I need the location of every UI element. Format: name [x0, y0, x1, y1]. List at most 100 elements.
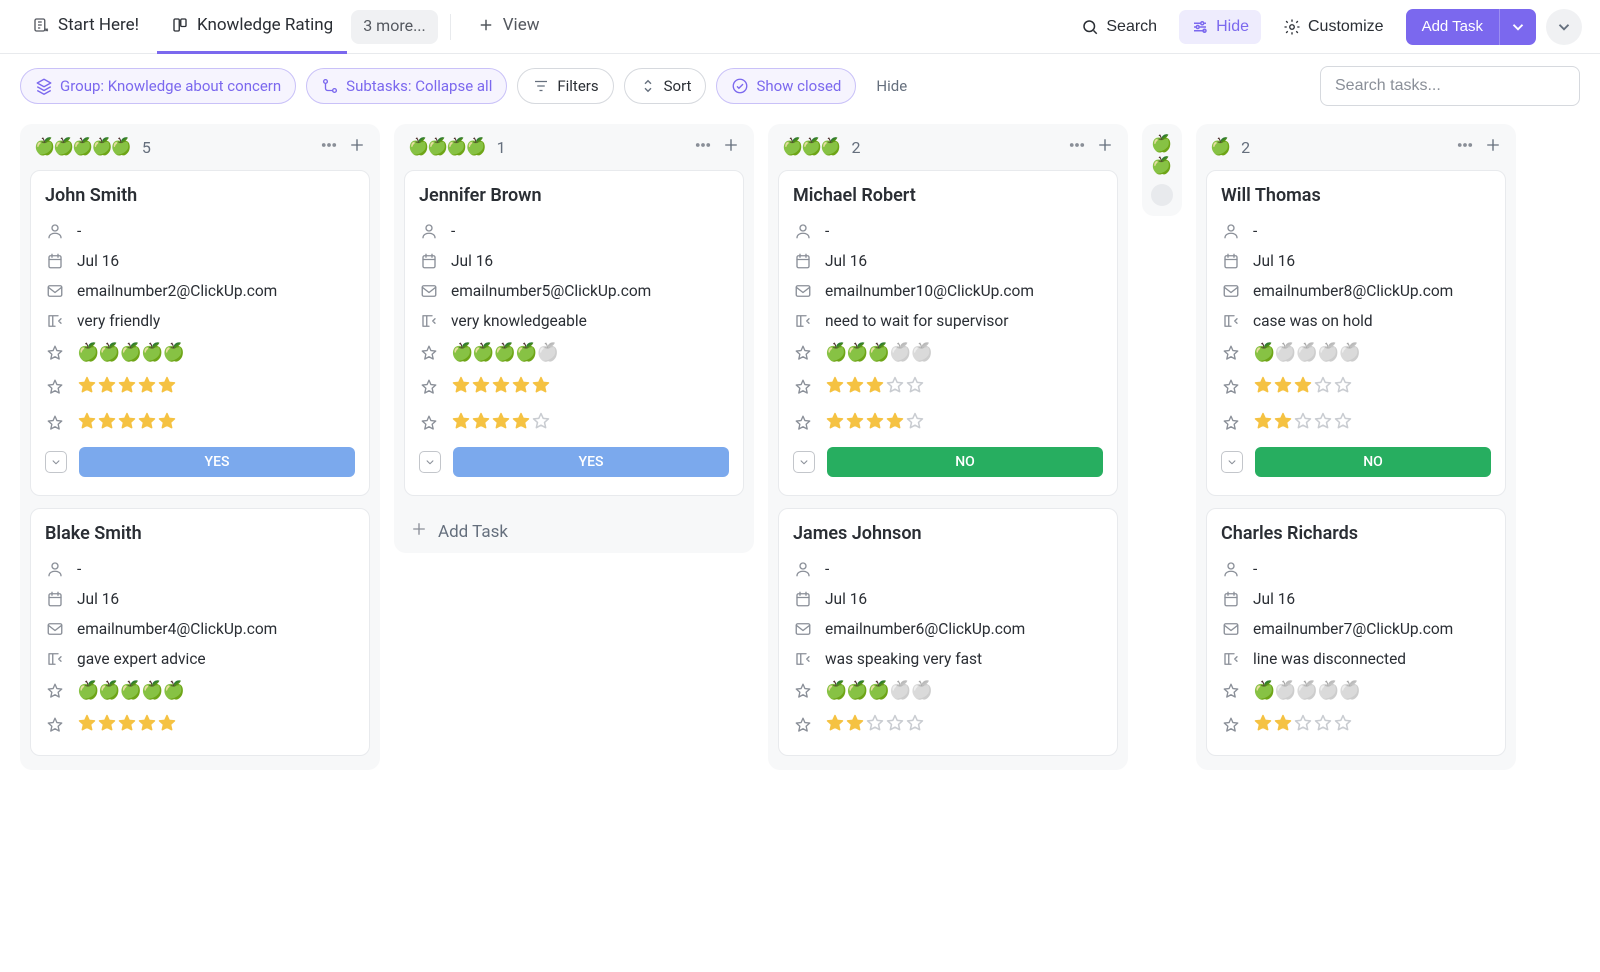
date-row[interactable]: Jul 16: [1221, 246, 1491, 276]
email-row[interactable]: emailnumber5@ClickUp.com: [419, 276, 729, 306]
stars1-row[interactable]: [793, 369, 1103, 405]
email-row[interactable]: emailnumber7@ClickUp.com: [1221, 614, 1491, 644]
column-add[interactable]: [722, 136, 740, 158]
result-pill[interactable]: YES: [453, 447, 729, 477]
assignee-row[interactable]: -: [45, 216, 355, 246]
collapsed-column[interactable]: 🍏🍏: [1142, 124, 1182, 216]
task-card[interactable]: Jennifer Brown-Jul 16emailnumber5@ClickU…: [404, 170, 744, 496]
date-row[interactable]: Jul 16: [1221, 584, 1491, 614]
column-menu[interactable]: [1068, 136, 1086, 158]
person-icon: [1221, 560, 1241, 578]
search-tasks-input[interactable]: [1320, 66, 1580, 106]
task-card[interactable]: Blake Smith-Jul 16emailnumber4@ClickUp.c…: [30, 508, 370, 756]
add-view-button[interactable]: View: [463, 0, 554, 54]
date-row[interactable]: Jul 16: [45, 246, 355, 276]
assignee-row[interactable]: -: [45, 554, 355, 584]
email-row[interactable]: emailnumber8@ClickUp.com: [1221, 276, 1491, 306]
tab-more[interactable]: 3 more...: [351, 10, 438, 44]
note-row[interactable]: gave expert advice: [45, 644, 355, 674]
rating-apples-row[interactable]: 🍏🍏🍏🍏🍏: [419, 336, 729, 369]
task-card[interactable]: Charles Richards-Jul 16emailnumber7@Clic…: [1206, 508, 1506, 756]
more-menu-button[interactable]: [1546, 9, 1582, 45]
result-row[interactable]: NO: [1221, 441, 1491, 483]
stars2-row[interactable]: [419, 405, 729, 441]
note-row[interactable]: need to wait for supervisor: [793, 306, 1103, 336]
stars1-row[interactable]: [1221, 707, 1491, 743]
stars1: [451, 375, 551, 399]
dropdown-icon[interactable]: [1221, 451, 1243, 473]
task-card[interactable]: Will Thomas-Jul 16emailnumber8@ClickUp.c…: [1206, 170, 1506, 496]
dropdown-icon[interactable]: [45, 451, 67, 473]
hide-button[interactable]: Hide: [1179, 10, 1261, 44]
result-row[interactable]: NO: [793, 441, 1103, 483]
column-add[interactable]: [1484, 136, 1502, 158]
result-pill[interactable]: YES: [79, 447, 355, 477]
stars2-row[interactable]: [1221, 405, 1491, 441]
stars1-row[interactable]: [45, 369, 355, 405]
stars1-row[interactable]: [419, 369, 729, 405]
email-row[interactable]: emailnumber4@ClickUp.com: [45, 614, 355, 644]
column-menu[interactable]: [1456, 136, 1474, 158]
group-chip[interactable]: Group: Knowledge about concern: [20, 68, 296, 104]
dropdown-icon[interactable]: [419, 451, 441, 473]
assignee-row[interactable]: -: [793, 554, 1103, 584]
note-row[interactable]: case was on hold: [1221, 306, 1491, 336]
add-task-dropdown[interactable]: [1499, 9, 1536, 45]
note-row[interactable]: very friendly: [45, 306, 355, 336]
stars2-row[interactable]: [793, 405, 1103, 441]
hide-chip[interactable]: Hide: [866, 69, 917, 103]
date-value: Jul 16: [825, 252, 867, 270]
rating-apples-row[interactable]: 🍏🍏🍏🍏🍏: [793, 674, 1103, 707]
result-pill[interactable]: NO: [827, 447, 1103, 477]
rating-apples-row[interactable]: 🍏🍏🍏🍏🍏: [45, 674, 355, 707]
rating-apples-row[interactable]: 🍏🍏🍏🍏🍏: [1221, 674, 1491, 707]
date-row[interactable]: Jul 16: [419, 246, 729, 276]
filter-bar: Group: Knowledge about concern Subtasks:…: [0, 54, 1600, 124]
label: Add Task: [438, 522, 508, 542]
email-row[interactable]: emailnumber6@ClickUp.com: [793, 614, 1103, 644]
date-row[interactable]: Jul 16: [793, 246, 1103, 276]
mail-icon: [45, 620, 65, 638]
stars1-row[interactable]: [793, 707, 1103, 743]
stars1-row[interactable]: [1221, 369, 1491, 405]
date-row[interactable]: Jul 16: [45, 584, 355, 614]
show-closed-chip[interactable]: Show closed: [716, 68, 856, 104]
subtasks-chip[interactable]: Subtasks: Collapse all: [306, 68, 507, 104]
result-pill[interactable]: NO: [1255, 447, 1491, 477]
tab-knowledge-rating[interactable]: Knowledge Rating: [157, 0, 347, 54]
rating-apples-row[interactable]: 🍏🍏🍏🍏🍏: [45, 336, 355, 369]
stars1-row[interactable]: [45, 707, 355, 743]
assignee-row[interactable]: -: [1221, 554, 1491, 584]
person-icon: [793, 560, 813, 578]
task-card[interactable]: John Smith-Jul 16emailnumber2@ClickUp.co…: [30, 170, 370, 496]
assignee-row[interactable]: -: [1221, 216, 1491, 246]
dropdown-icon[interactable]: [793, 451, 815, 473]
result-row[interactable]: YES: [45, 441, 355, 483]
note-row[interactable]: very knowledgeable: [419, 306, 729, 336]
column-menu[interactable]: [320, 136, 338, 158]
filters-chip[interactable]: Filters: [517, 68, 613, 104]
assignee-row[interactable]: -: [419, 216, 729, 246]
column-add[interactable]: [1096, 136, 1114, 158]
note-row[interactable]: line was disconnected: [1221, 644, 1491, 674]
rating-apples-row[interactable]: 🍏🍏🍏🍏🍏: [1221, 336, 1491, 369]
email-row[interactable]: emailnumber10@ClickUp.com: [793, 276, 1103, 306]
note-row[interactable]: was speaking very fast: [793, 644, 1103, 674]
customize-button[interactable]: Customize: [1271, 10, 1396, 44]
email-row[interactable]: emailnumber2@ClickUp.com: [45, 276, 355, 306]
search-button[interactable]: Search: [1069, 10, 1169, 44]
assignee-row[interactable]: -: [793, 216, 1103, 246]
add-task-button[interactable]: Add Task: [1406, 9, 1499, 45]
tab-label: Knowledge Rating: [197, 15, 333, 35]
add-task-row[interactable]: Add Task: [394, 510, 754, 553]
column-menu[interactable]: [694, 136, 712, 158]
task-card[interactable]: James Johnson-Jul 16emailnumber6@ClickUp…: [778, 508, 1118, 756]
stars2-row[interactable]: [45, 405, 355, 441]
tab-start-here[interactable]: Start Here!: [18, 0, 153, 54]
sort-chip[interactable]: Sort: [624, 68, 707, 104]
column-add[interactable]: [348, 136, 366, 158]
result-row[interactable]: YES: [419, 441, 729, 483]
rating-apples-row[interactable]: 🍏🍏🍏🍏🍏: [793, 336, 1103, 369]
task-card[interactable]: Michael Robert-Jul 16emailnumber10@Click…: [778, 170, 1118, 496]
date-row[interactable]: Jul 16: [793, 584, 1103, 614]
